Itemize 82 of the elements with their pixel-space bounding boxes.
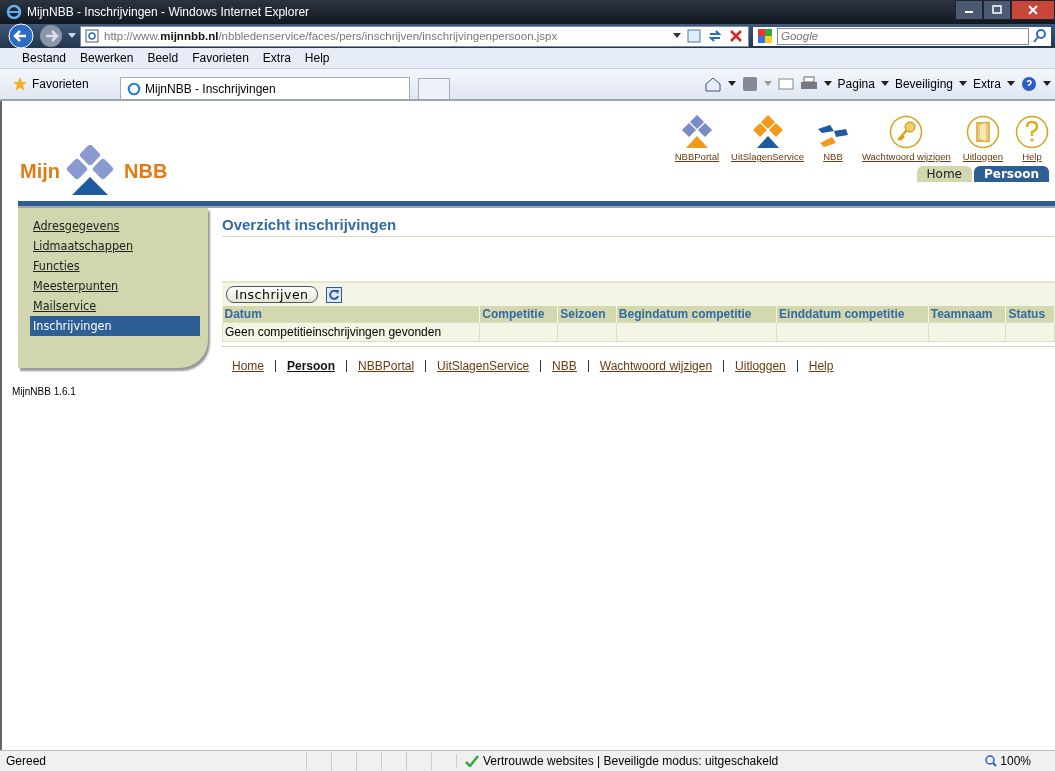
page-icon xyxy=(85,29,99,43)
menu-item[interactable]: Favorieten xyxy=(192,51,249,65)
search-field[interactable]: Google xyxy=(777,27,1029,45)
favorites-button[interactable]: Favorieten xyxy=(12,76,112,92)
check-icon xyxy=(465,755,479,767)
browser-icon xyxy=(127,81,141,96)
header-link[interactable]: Wachtwoord wijzigen xyxy=(861,151,951,162)
dropdown-icon[interactable] xyxy=(959,81,967,87)
footer-link[interactable]: Help xyxy=(808,359,834,373)
footer-link[interactable]: NBBPortal xyxy=(358,359,415,373)
dropdown-icon[interactable] xyxy=(727,81,736,87)
version-text: MijnNBB 1.6.1 xyxy=(12,386,77,397)
nav-tab[interactable]: Persoon xyxy=(973,166,1049,182)
print-icon[interactable] xyxy=(799,76,818,92)
status-text: Gereed xyxy=(6,754,48,768)
footer-link[interactable]: Uitloggen xyxy=(735,359,786,373)
maximize-icon xyxy=(992,5,1002,15)
logo-text: NBB xyxy=(124,159,168,183)
column-header: Begindatum competitie xyxy=(616,306,777,323)
dropdown-icon[interactable] xyxy=(1043,81,1051,87)
browser-icon xyxy=(6,4,22,20)
menu-item[interactable]: Bestand xyxy=(22,51,67,65)
column-header: Teamnaam xyxy=(928,306,1006,323)
close-button[interactable] xyxy=(1011,0,1055,20)
zone-text: Vertrouwde websites | Beveiligde modus: uitgeschakeld xyxy=(483,754,779,768)
dropdown-icon[interactable] xyxy=(673,33,681,39)
column-header: Datum xyxy=(222,306,480,323)
star-icon xyxy=(12,76,28,92)
sidebar-item[interactable]: Functies xyxy=(30,256,200,276)
dropdown-icon[interactable] xyxy=(880,81,889,87)
column-header: Seizoen xyxy=(557,306,617,323)
column-header: Status xyxy=(1005,306,1055,323)
menu-item[interactable]: Extra xyxy=(262,51,291,65)
footer-link[interactable]: Home xyxy=(232,359,264,373)
refresh-icon[interactable] xyxy=(707,28,723,44)
table-cell: Geen competitieinschrijvingen gevonden xyxy=(222,322,480,342)
close-icon xyxy=(1028,5,1038,15)
window-title: MijnNBB - Inschrijvingen - Windows Internet Explorer xyxy=(27,5,310,19)
maximize-button[interactable] xyxy=(983,0,1011,20)
nav-tab[interactable]: Home xyxy=(916,166,972,182)
help-icon[interactable] xyxy=(1021,76,1037,92)
forward-button[interactable] xyxy=(38,23,64,49)
address-field[interactable]: http://www.mijnnbb.nl/nbbledenservice/faces/pers/inschrijven/inschrijvingenpersoon.jspx xyxy=(80,25,749,47)
stop-icon[interactable] xyxy=(728,28,744,44)
header-link[interactable]: Uitloggen xyxy=(962,151,1003,162)
dropdown-icon[interactable] xyxy=(68,33,76,39)
sidebar-item[interactable]: Adresgegevens xyxy=(30,216,200,236)
zoom-icon[interactable] xyxy=(985,755,998,767)
search-engine-icon xyxy=(757,28,773,44)
minimize-button[interactable] xyxy=(955,0,983,20)
footer-link[interactable]: UitSlagenService xyxy=(437,359,530,373)
page-heading: Overzicht inschrijvingen xyxy=(222,216,1055,237)
header-link[interactable]: Help xyxy=(1022,151,1042,162)
register-button[interactable]: Inschrijven xyxy=(226,286,318,303)
search-icon[interactable] xyxy=(1033,29,1047,43)
home-icon[interactable] xyxy=(703,76,722,92)
browser-tab[interactable]: MijnNBB - Inschrijvingen xyxy=(120,77,410,99)
command-menu[interactable]: Extra xyxy=(973,77,1001,91)
zoom-level[interactable]: 100% xyxy=(1000,754,1031,768)
command-menu[interactable]: Beveiliging xyxy=(894,77,953,91)
sidebar-item[interactable]: Meesterpunten xyxy=(30,276,200,296)
footer-link[interactable]: Wachtwoord wijzigen xyxy=(599,359,713,373)
url-text: http://www.mijnnbb.nl/nbbledenservice/faces/pers/inschrijven/inschrijvingenpersoon.jspx xyxy=(104,30,559,42)
sidebar-item[interactable]: Lidmaatschappen xyxy=(30,236,200,256)
sidebar-item[interactable]: Inschrijvingen xyxy=(30,316,200,336)
dropdown-icon[interactable] xyxy=(823,81,832,87)
column-header: Einddatum competitie xyxy=(776,306,929,323)
header-link[interactable]: NBB xyxy=(823,151,843,162)
refresh-icon[interactable] xyxy=(325,286,342,303)
sidebar-item[interactable]: Mailservice xyxy=(30,296,200,316)
footer-link[interactable]: Persoon xyxy=(287,359,336,373)
back-button[interactable] xyxy=(8,23,34,49)
menu-item[interactable]: Bewerken xyxy=(80,51,134,65)
menu-item[interactable]: Help xyxy=(304,51,330,65)
column-header: Competitie xyxy=(479,306,558,323)
header-link[interactable]: UitSlagenService xyxy=(731,151,804,162)
footer-link[interactable]: NBB xyxy=(552,359,577,373)
menu-item[interactable]: Beeld xyxy=(147,51,179,65)
header-link[interactable]: NBBPortal xyxy=(674,151,720,162)
dropdown-icon[interactable] xyxy=(1007,81,1015,87)
logo-text: Mijn xyxy=(20,159,60,183)
command-menu[interactable]: Pagina xyxy=(837,77,875,91)
